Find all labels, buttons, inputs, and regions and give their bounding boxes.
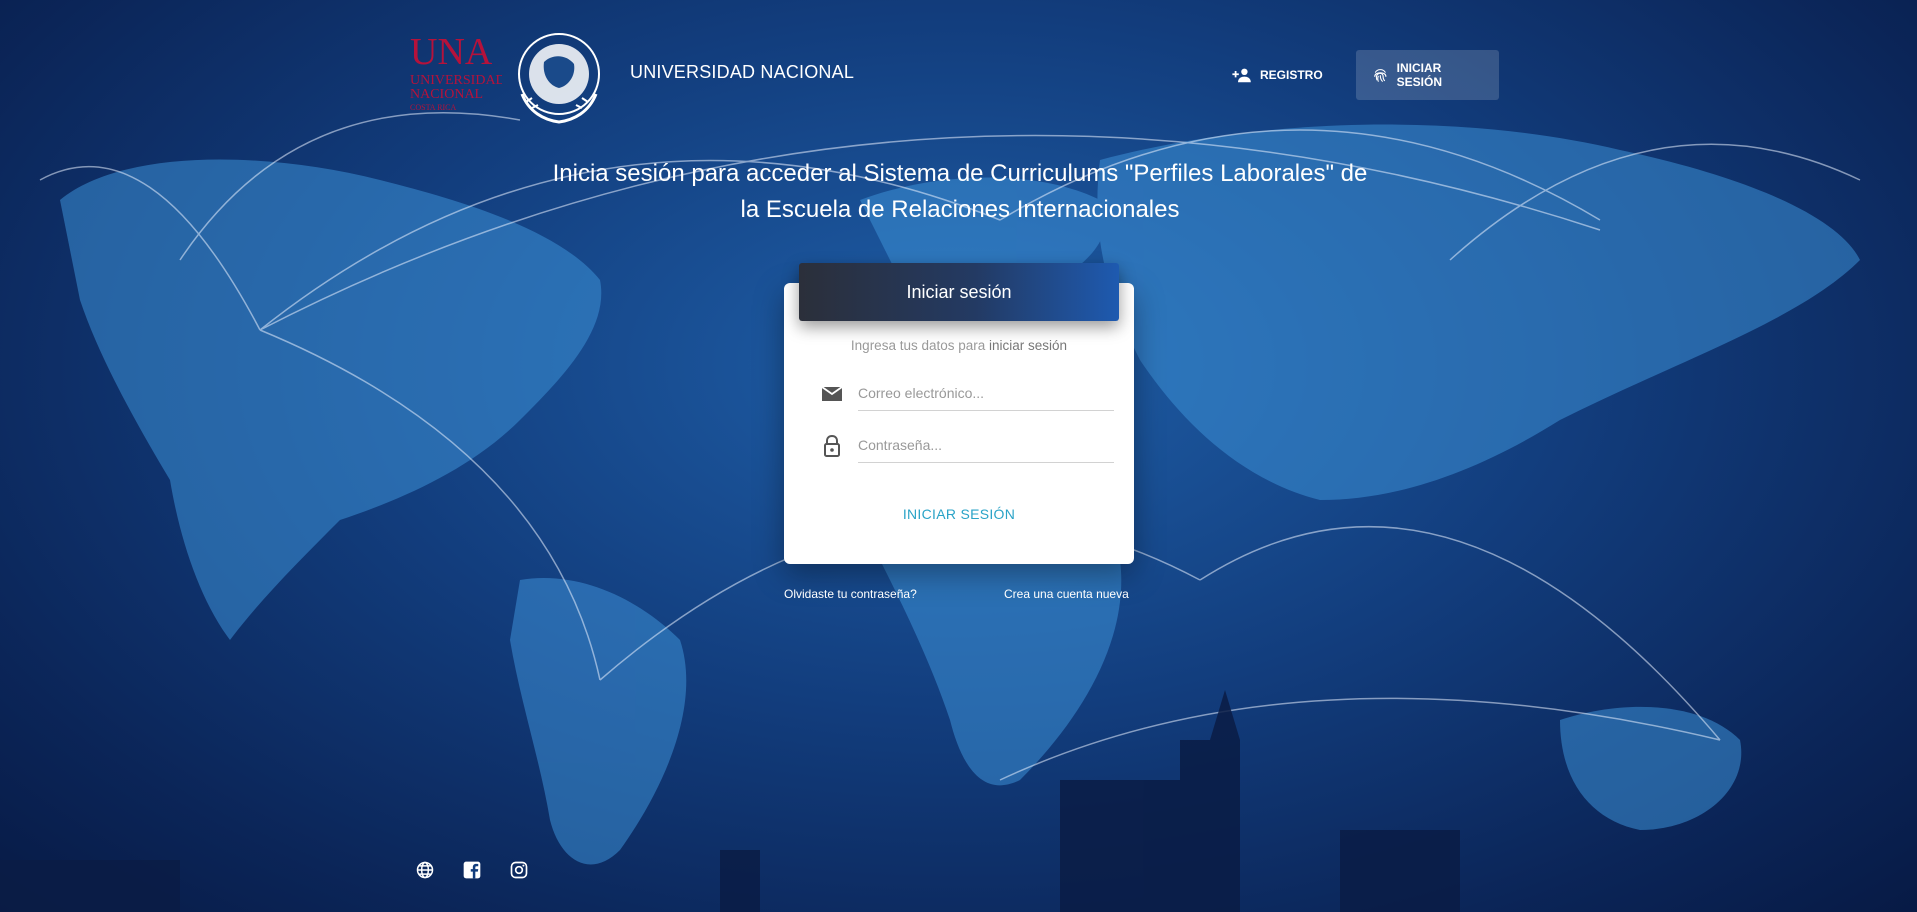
iniciar-sesion-nav-label: INICIAR SESIÓN xyxy=(1396,61,1443,89)
facebook-icon[interactable] xyxy=(462,860,482,880)
instagram-icon[interactable] xyxy=(509,860,529,880)
create-account-link[interactable]: Crea una cuenta nueva xyxy=(1004,587,1129,601)
registro-label: REGISTRO xyxy=(1260,68,1323,82)
university-name: UNIVERSIDAD NACIONAL xyxy=(630,62,855,82)
login-description: Ingresa tus datos para iniciar sesión xyxy=(784,338,1134,353)
escuela-seal-logo[interactable] xyxy=(504,24,614,128)
registro-nav-link[interactable]: REGISTRO xyxy=(1216,50,1339,100)
login-description-prefix: Ingresa tus datos para xyxy=(850,338,986,353)
globe-icon[interactable] xyxy=(415,860,435,880)
page-headline: Inicia sesión para acceder al Sistema de… xyxy=(480,156,1440,228)
lock-icon xyxy=(824,434,840,457)
password-field[interactable] xyxy=(858,428,1114,463)
headline-line-1: Inicia sesión para acceder al Sistema de… xyxy=(552,160,1368,187)
headline-line-2: la Escuela de Relaciones Internacionales xyxy=(740,196,1180,223)
iniciar-sesion-submit-button[interactable]: INICIAR SESIÓN xyxy=(784,506,1134,522)
top-navbar: UNA UNIVERSIDAD NACIONAL COSTA RICA UNIV… xyxy=(0,0,1917,150)
login-card-title: Iniciar sesión xyxy=(906,281,1012,302)
email-field[interactable] xyxy=(858,376,1114,411)
iniciar-sesion-nav-link[interactable]: INICIAR SESIÓN xyxy=(1356,50,1499,100)
svg-text:COSTA RICA: COSTA RICA xyxy=(410,103,456,112)
email-field-row xyxy=(816,374,1116,414)
email-icon xyxy=(821,386,843,401)
login-card-header: Iniciar sesión xyxy=(799,263,1119,321)
login-description-emphasis: iniciar sesión xyxy=(989,338,1068,353)
person-add-icon xyxy=(1232,68,1251,83)
password-field-row xyxy=(816,426,1116,466)
svg-text:UNIVERSIDAD: UNIVERSIDAD xyxy=(410,73,502,88)
fingerprint-icon xyxy=(1374,69,1387,82)
svg-text:UNA: UNA xyxy=(410,32,493,73)
una-logo[interactable]: UNA UNIVERSIDAD NACIONAL COSTA RICA xyxy=(408,32,502,112)
svg-text:NACIONAL: NACIONAL xyxy=(410,87,483,102)
forgot-password-link[interactable]: Olvidaste tu contraseña? xyxy=(784,587,917,601)
